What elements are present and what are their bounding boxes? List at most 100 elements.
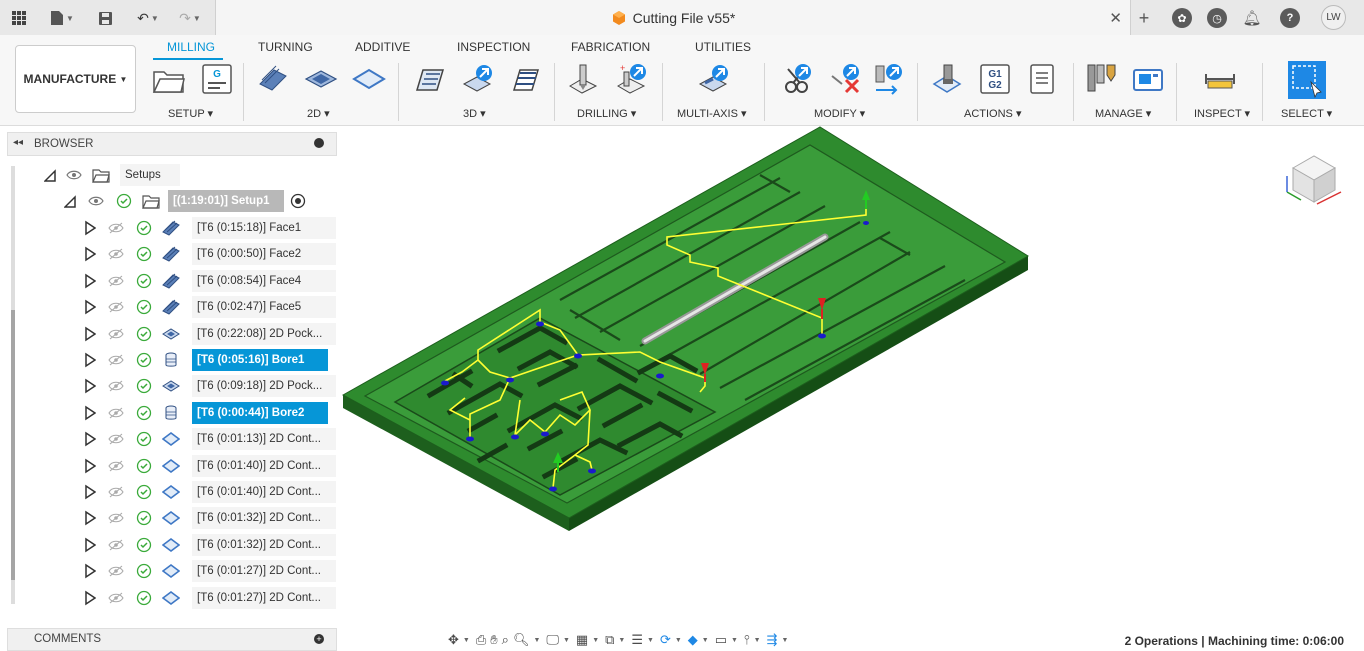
- job-status-icon[interactable]: ◷: [1207, 8, 1227, 28]
- tab-inspection[interactable]: INSPECTION: [457, 40, 530, 54]
- eye-hidden-icon[interactable]: [108, 432, 124, 446]
- 3d-viewport[interactable]: [340, 126, 1364, 626]
- post-process-icon[interactable]: G1G2: [978, 62, 1012, 96]
- tree-operation-row[interactable]: [T6 (0:09:18)] 2D Pock...: [84, 375, 336, 398]
- fit-icon[interactable]: 🔍︎: [513, 632, 530, 648]
- tab-fabrication[interactable]: FABRICATION: [571, 40, 650, 54]
- collapsed-triangle-icon[interactable]: [84, 246, 96, 262]
- rotate-view-icon[interactable]: ⟳: [660, 632, 671, 648]
- measure-icon[interactable]: [1203, 62, 1237, 96]
- toolpath-display-icon[interactable]: ⇶: [767, 632, 778, 648]
- tree-operation-row[interactable]: [T6 (0:01:32)] 2D Cont...: [84, 507, 336, 530]
- setup-group-label[interactable]: SETUP ▾: [168, 107, 213, 120]
- document-tab[interactable]: Cutting File v55* ✕: [215, 0, 1131, 35]
- setup-sheet-icon[interactable]: [1025, 62, 1059, 96]
- collapsed-triangle-icon[interactable]: [84, 510, 96, 526]
- tree-operation-row[interactable]: [T6 (0:15:18)] Face1: [84, 217, 336, 239]
- workspace-switcher[interactable]: MANUFACTURE ▼: [15, 45, 136, 113]
- tree-operation-row[interactable]: [T6 (0:01:40)] 2D Cont...: [84, 454, 336, 477]
- tree-setup1-row[interactable]: [(1:19:01)] Setup1: [64, 190, 324, 212]
- viewports-icon[interactable]: ⧉: [605, 632, 614, 648]
- 3d-parallel-icon[interactable]: [509, 62, 543, 96]
- move-tool-icon[interactable]: [870, 62, 904, 96]
- setup-folder-icon[interactable]: [152, 62, 186, 96]
- zoom-icon[interactable]: ⌕: [502, 632, 509, 648]
- hole-recognition-icon[interactable]: +: [614, 62, 648, 96]
- collapsed-triangle-icon[interactable]: [84, 484, 96, 500]
- new-tab-icon[interactable]: +: [1134, 8, 1154, 28]
- modify-group-label[interactable]: MODIFY ▾: [814, 107, 865, 120]
- eye-hidden-icon[interactable]: [108, 538, 124, 552]
- collapsed-triangle-icon[interactable]: [84, 378, 96, 394]
- collapsed-triangle-icon[interactable]: [84, 590, 96, 606]
- inspect-group-label[interactable]: INSPECT ▾: [1194, 107, 1250, 120]
- tree-operation-row[interactable]: [T6 (0:01:27)] 2D Cont...: [84, 560, 336, 583]
- collapsed-triangle-icon[interactable]: [84, 458, 96, 474]
- 3d-group-label[interactable]: 3D ▾: [463, 107, 486, 120]
- add-comment-icon[interactable]: +: [314, 634, 324, 644]
- collapse-panel-icon[interactable]: ◂◂: [13, 137, 23, 148]
- delete-toolpath-icon[interactable]: [828, 62, 862, 96]
- drill-icon[interactable]: [566, 62, 600, 96]
- machine-display-icon[interactable]: ▭: [715, 632, 727, 648]
- 2d-adaptive-icon[interactable]: [256, 62, 290, 96]
- grid-settings-icon[interactable]: ▦: [576, 632, 588, 648]
- tree-operation-row[interactable]: [T6 (0:00:50)] Face2: [84, 243, 336, 266]
- collapsed-triangle-icon[interactable]: [84, 220, 96, 236]
- eye-hidden-icon[interactable]: [108, 485, 124, 499]
- eye-hidden-icon[interactable]: [108, 406, 124, 420]
- collapsed-triangle-icon[interactable]: [84, 326, 96, 342]
- viewcube[interactable]: [1283, 146, 1345, 208]
- select-icon[interactable]: [1287, 60, 1327, 100]
- collapsed-triangle-icon[interactable]: [84, 563, 96, 579]
- simulate-icon[interactable]: [931, 62, 965, 96]
- tree-operation-row[interactable]: [T6 (0:01:40)] 2D Cont...: [84, 481, 336, 503]
- 2d-contour-icon[interactable]: [352, 62, 386, 96]
- tool-display-icon[interactable]: ⫯: [744, 632, 750, 648]
- tree-operation-row[interactable]: [T6 (0:02:47)] Face5: [84, 296, 336, 319]
- 3d-pocket-icon[interactable]: [461, 62, 495, 96]
- save-icon[interactable]: [96, 9, 114, 27]
- collapsed-triangle-icon[interactable]: [84, 431, 96, 447]
- select-group-label[interactable]: SELECT ▾: [1281, 107, 1332, 120]
- redo-icon[interactable]: ↷ ▼: [172, 9, 208, 27]
- eye-hidden-icon[interactable]: [108, 274, 124, 288]
- tab-milling[interactable]: MILLING: [167, 40, 215, 54]
- eye-hidden-icon[interactable]: [108, 459, 124, 473]
- tree-operation-row[interactable]: [T6 (0:01:13)] 2D Cont...: [84, 428, 336, 451]
- expanded-triangle-icon[interactable]: [44, 167, 56, 183]
- tab-additive[interactable]: ADDITIVE: [355, 40, 410, 54]
- eye-hidden-icon[interactable]: [108, 327, 124, 341]
- browser-scrollbar-thumb[interactable]: [11, 310, 15, 580]
- close-tab-icon[interactable]: ✕: [1109, 9, 1122, 27]
- collapsed-triangle-icon[interactable]: [84, 299, 96, 315]
- manage-group-label[interactable]: MANAGE ▾: [1095, 107, 1151, 120]
- collapsed-triangle-icon[interactable]: [84, 537, 96, 553]
- collapsed-triangle-icon[interactable]: [84, 273, 96, 289]
- tree-operation-row[interactable]: [T6 (0:01:32)] 2D Cont...: [84, 533, 336, 556]
- tab-turning[interactable]: TURNING: [258, 40, 313, 54]
- eye-hidden-icon[interactable]: [108, 511, 124, 525]
- extensions-icon[interactable]: ✿: [1172, 8, 1192, 28]
- stock-display-icon[interactable]: ◆: [688, 632, 698, 648]
- eye-hidden-icon[interactable]: [108, 300, 124, 314]
- 3d-adaptive-icon[interactable]: [413, 62, 447, 96]
- eye-hidden-icon[interactable]: [108, 221, 124, 235]
- cut-icon[interactable]: [780, 62, 814, 96]
- file-menu-icon[interactable]: ▼: [44, 9, 80, 27]
- tree-setups-row[interactable]: Setups: [44, 164, 184, 186]
- multi-axis-group-label[interactable]: MULTI-AXIS ▾: [677, 107, 747, 120]
- tree-operation-row[interactable]: [T6 (0:08:54)] Face4: [84, 269, 336, 292]
- tree-operation-row[interactable]: [T6 (0:05:16)] Bore1: [84, 349, 336, 371]
- eye-icon[interactable]: [88, 194, 104, 208]
- tree-operation-row[interactable]: [T6 (0:01:27)] 2D Cont...: [84, 586, 336, 609]
- eye-hidden-icon[interactable]: [108, 247, 124, 261]
- browser-pin-icon[interactable]: [314, 138, 324, 148]
- app-grid-icon[interactable]: [10, 9, 28, 27]
- machine-library-icon[interactable]: [1131, 62, 1165, 96]
- 2d-group-label[interactable]: 2D ▾: [307, 107, 330, 120]
- eye-hidden-icon[interactable]: [108, 353, 124, 367]
- notifications-icon[interactable]: 🔔︎: [1242, 9, 1261, 27]
- eye-hidden-icon[interactable]: [108, 379, 124, 393]
- tree-operation-row[interactable]: [T6 (0:00:44)] Bore2: [84, 401, 336, 424]
